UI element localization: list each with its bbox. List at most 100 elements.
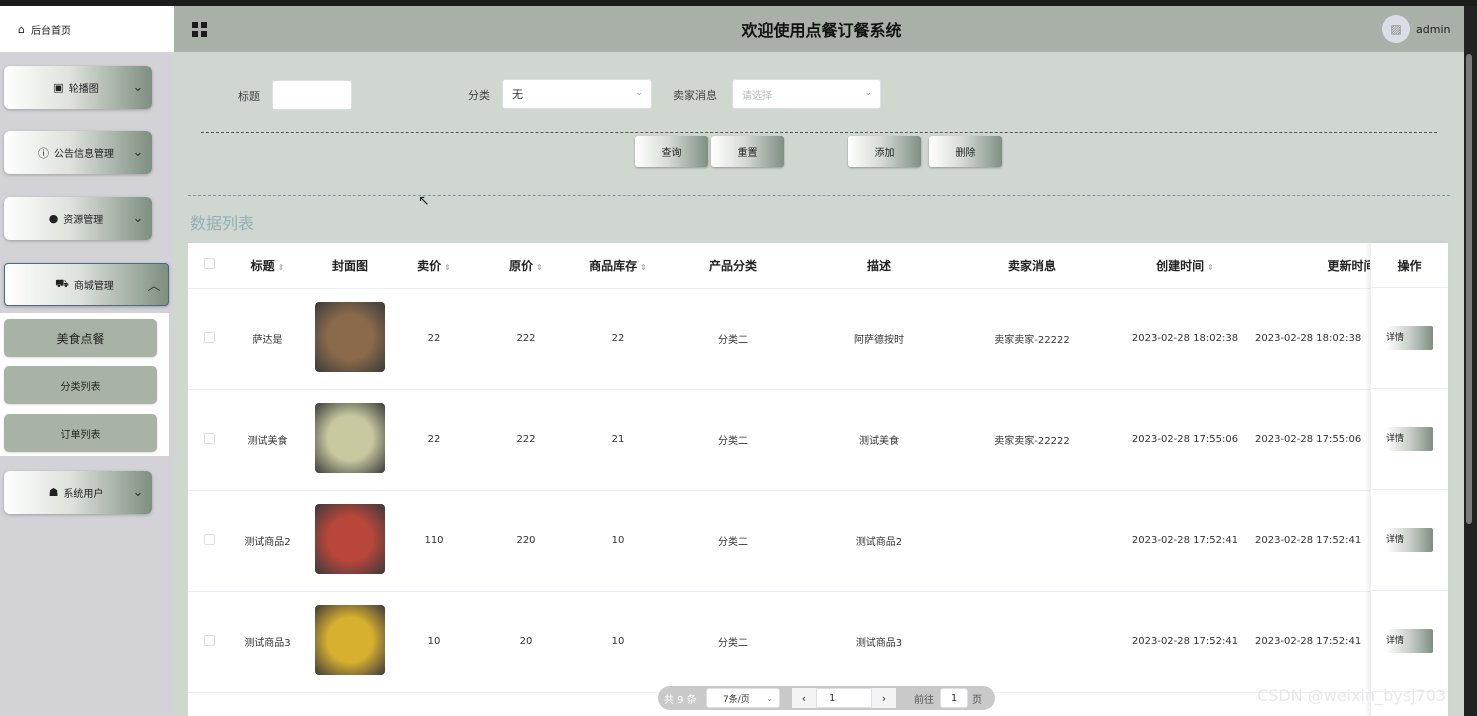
page-size-select[interactable]: 7条/页 ⌄ [706, 688, 780, 708]
sidebar-item-label: 轮播图 [68, 84, 99, 95]
bulb-icon: ● [48, 212, 59, 225]
cell-created: 2023-02-28 17:55:06 [1115, 389, 1255, 491]
row-checkbox-cell[interactable] [188, 591, 230, 693]
main-content: 标题 分类 无 ⌄ 卖家消息 请选择 ⌄ 查询 重置 添加 删除 数据列表 标题… [174, 52, 1464, 716]
category-label: 分类 [468, 89, 490, 102]
sidebar-item-label: 资源管理 [63, 215, 104, 226]
goto-page-input[interactable]: 1 [940, 688, 968, 708]
add-button[interactable]: 添加 [848, 136, 921, 167]
chevron-down-icon: ⌄ [132, 485, 144, 500]
cell-desc: 测试商品2 [809, 490, 949, 592]
data-table: 标题 ⇕ 封面图 卖价 ⇕ 原价 ⇕ 商品库存 ⇕ 产品分类 描述 卖家消息 创建时间 ⇕… [188, 243, 1448, 716]
col-title[interactable]: 标题 ⇕ [230, 243, 305, 289]
image-icon: ▣ [53, 81, 64, 94]
detail-button[interactable]: 详情 [1386, 326, 1433, 350]
cell-desc: 阿萨德按时 [809, 288, 949, 390]
title-input[interactable] [272, 80, 352, 110]
row-checkbox[interactable] [203, 331, 215, 343]
col-category: 产品分类 [657, 243, 809, 289]
select-all-checkbox[interactable] [203, 258, 215, 270]
cell-desc: 测试商品3 [809, 591, 949, 693]
delete-button[interactable]: 删除 [929, 136, 1002, 167]
sidebar-item-notice[interactable]: ⓘ 公告信息管理 ⌄ [4, 131, 152, 174]
category-select-value: 无 [512, 88, 523, 101]
submenu-item-category[interactable]: 分类列表 [4, 366, 157, 404]
cell-stock: 10 [579, 490, 657, 592]
chevron-down-icon: ⌄ [635, 88, 643, 98]
query-button[interactable]: 查询 [635, 136, 708, 167]
sort-icon[interactable]: ⇕ [536, 263, 543, 272]
reset-button[interactable]: 重置 [711, 136, 784, 167]
page-unit: 页 [972, 694, 982, 706]
row-checkbox[interactable] [203, 634, 215, 646]
table-row: 萨达是 22 222 22 分类二 阿萨德按时 卖家卖家-22222 2023-02-28 1… [188, 288, 1448, 390]
cart-icon: ⛟ [55, 277, 69, 290]
table-row: 测试美食 22 222 21 分类二 测试美食 卖家卖家-22222 2023-02-28 1… [188, 389, 1448, 491]
prev-page-button[interactable]: ‹ [792, 688, 816, 708]
cell-price: 22 [395, 389, 473, 491]
chevron-down-icon: ⌄ [132, 80, 144, 95]
divider [201, 132, 1437, 133]
detail-button[interactable]: 详情 [1386, 629, 1433, 653]
next-page-button[interactable]: › [872, 688, 896, 708]
sidebar-item-resource[interactable]: ● 资源管理 ⌄ [4, 197, 152, 240]
cell-desc: 测试美食 [809, 389, 949, 491]
row-checkbox-cell[interactable] [188, 490, 230, 592]
sort-icon[interactable]: ⇕ [1207, 263, 1214, 272]
sidebar-item-shop[interactable]: ⛟ 商城管理 ︿ [4, 263, 169, 306]
sidebar-item-home[interactable]: ⌂ 后台首页 [0, 6, 174, 52]
col-created[interactable]: 创建时间 ⇕ [1115, 243, 1255, 289]
cell-category: 分类二 [657, 591, 809, 693]
cell-seller: 卖家卖家-22222 [949, 288, 1115, 390]
chevron-down-icon: ⌄ [864, 88, 872, 98]
scrollbar-thumb[interactable] [1466, 54, 1472, 524]
home-icon: ⌂ [18, 22, 25, 36]
sort-icon[interactable]: ⇕ [444, 263, 451, 272]
col-stock[interactable]: 商品库存 ⇕ [579, 243, 657, 289]
row-checkbox[interactable] [203, 533, 215, 545]
seller-label: 卖家消息 [673, 89, 717, 102]
app-title: 欢迎使用点餐订餐系统 [741, 21, 902, 40]
pagination: 共 9 条 7条/页 ⌄ ‹ 1 › 前往 1 页 [658, 686, 995, 710]
detail-button[interactable]: 详情 [1386, 528, 1433, 552]
cover-image [315, 504, 385, 574]
table-row: 测试商品3 10 20 10 分类二 测试商品3 2023-02-28 17:52:41 20… [188, 591, 1448, 693]
cell-stock: 21 [579, 389, 657, 491]
page-scrollbar[interactable] [1464, 6, 1477, 716]
cell-cover [305, 389, 395, 491]
goto-label: 前往 [914, 694, 934, 706]
sort-icon[interactable]: ⇕ [640, 263, 647, 272]
username[interactable]: admin [1416, 23, 1450, 36]
cell-cover [305, 591, 395, 693]
cell-orig-price: 222 [473, 389, 579, 491]
col-price[interactable]: 卖价 ⇕ [395, 243, 473, 289]
current-page[interactable]: 1 [816, 688, 872, 708]
cell-category: 分类二 [657, 288, 809, 390]
category-select[interactable]: 无 ⌄ [502, 79, 652, 109]
row-checkbox[interactable] [203, 432, 215, 444]
col-orig-price[interactable]: 原价 ⇕ [473, 243, 579, 289]
ops-fixed-column: 操作 详情 详情 详情 详情 [1370, 243, 1448, 716]
cell-seller [949, 591, 1115, 693]
seller-select[interactable]: 请选择 ⌄ [732, 79, 881, 109]
sidebar-item-users[interactable]: ☗ 系统用户 ⌄ [4, 471, 152, 514]
sidebar-item-carousel[interactable]: ▣ 轮播图 ⌄ [4, 66, 152, 109]
col-seller: 卖家消息 [949, 243, 1115, 289]
cell-price: 10 [395, 591, 473, 693]
row-checkbox-cell[interactable] [188, 389, 230, 491]
avatar[interactable]: ▨ [1382, 15, 1410, 43]
submenu-item-food[interactable]: 美食点餐 [4, 319, 157, 357]
chevron-down-icon: ⌄ [766, 693, 773, 703]
table-header-row: 标题 ⇕ 封面图 卖价 ⇕ 原价 ⇕ 商品库存 ⇕ 产品分类 描述 卖家消息 创建时间 ⇕… [188, 243, 1448, 289]
cell-orig-price: 222 [473, 288, 579, 390]
select-all-checkbox-cell[interactable] [188, 243, 230, 289]
submenu-item-orders[interactable]: 订单列表 [4, 414, 157, 452]
detail-button[interactable]: 详情 [1386, 427, 1433, 451]
ops-cell: 详情 [1371, 389, 1448, 490]
cell-created: 2023-02-28 17:52:41 [1115, 490, 1255, 592]
cell-price: 22 [395, 288, 473, 390]
row-checkbox-cell[interactable] [188, 288, 230, 390]
table-row: 测试商品2 110 220 10 分类二 测试商品2 2023-02-28 17:52:41… [188, 490, 1448, 592]
sort-icon[interactable]: ⇕ [278, 263, 285, 272]
ops-cell: 详情 [1371, 591, 1448, 692]
